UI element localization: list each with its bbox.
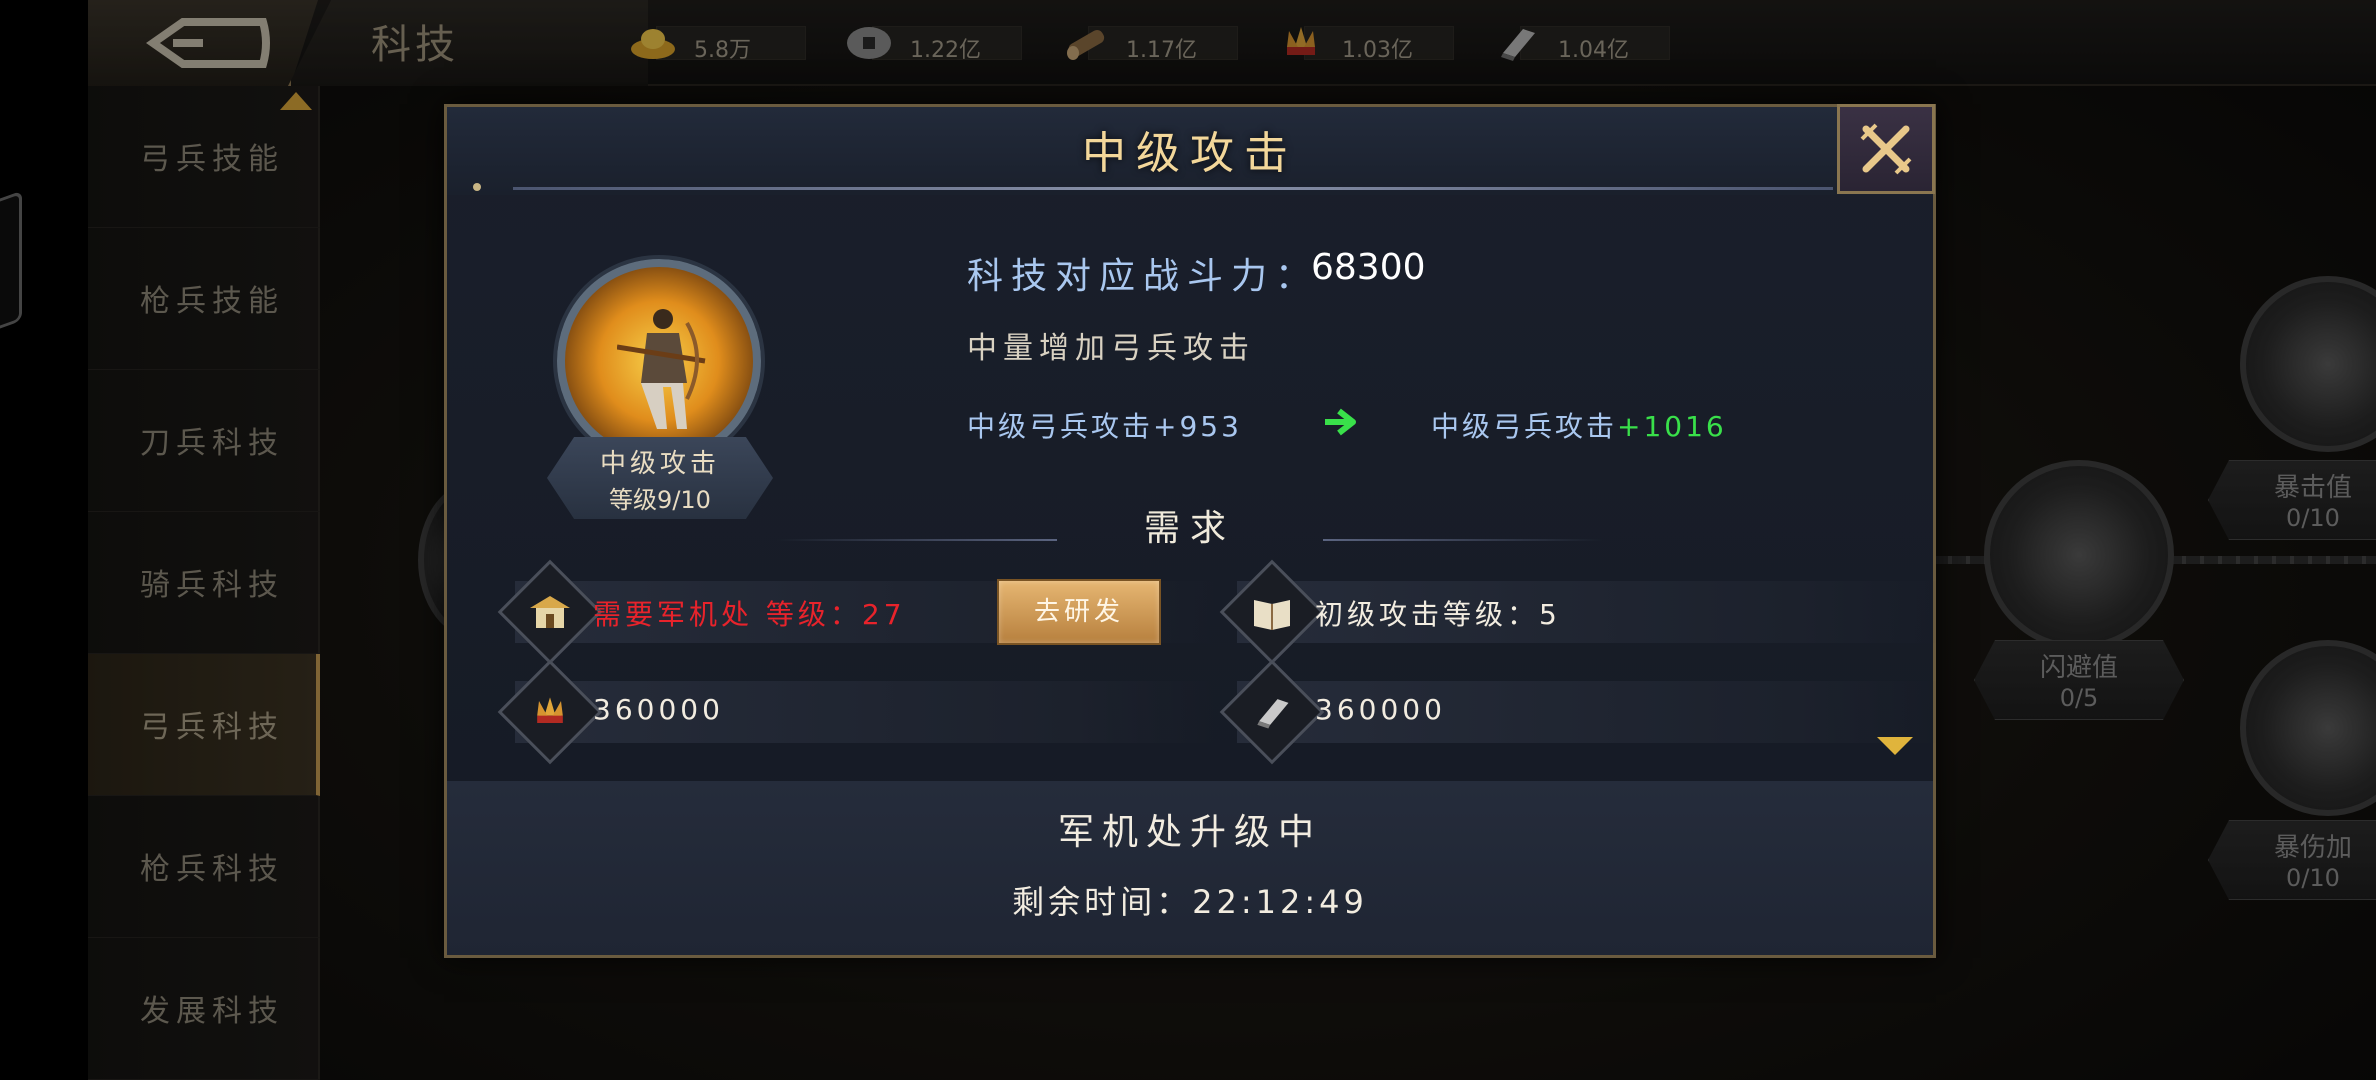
arrow-right-icon: [1325, 408, 1356, 436]
upgrade-status: 军机处升级中: [1057, 812, 1322, 853]
remaining-time: 剩余时间：22:12:49: [1012, 883, 1368, 921]
grain-icon: [537, 697, 563, 723]
research-button[interactable]: 去研发: [997, 579, 1161, 645]
game-screen: 暴击值 0/10 闪避值 0/5 暴伤加 0/10 科技 5.8万 1.22亿 …: [88, 0, 2376, 1080]
grain-cost: 360000: [593, 693, 724, 726]
book-icon-frame: [1219, 559, 1325, 665]
current-stat: 中级弓兵攻击+953: [967, 410, 1242, 443]
iron-cost: 360000: [1315, 693, 1446, 726]
next-stat: 中级弓兵攻击+1016: [1431, 405, 1727, 445]
side-handle[interactable]: [0, 190, 22, 340]
book-icon: [1254, 600, 1290, 630]
requirements-title: 需求: [1143, 508, 1236, 549]
skill-description: 中量增加弓兵攻击: [967, 331, 1255, 366]
prerequisite-text: 初级攻击等级：5: [1315, 598, 1561, 631]
dialog-header: 中级攻击: [447, 107, 1933, 195]
dialog-footer: 军机处升级中 剩余时间：22:12:49: [447, 781, 1933, 955]
close-button[interactable]: [1837, 104, 1935, 194]
next-stat-label: 中级弓兵攻击: [1431, 410, 1618, 443]
left-edge-strip: [0, 0, 88, 1080]
iron-icon-frame: [1219, 659, 1325, 765]
header-ornament: [473, 183, 481, 191]
divider-right: [1323, 539, 1603, 541]
tech-detail-dialog: 中级攻击 中级攻击 等级9/10 科技对应战斗力： 68300 中量增加弓兵攻击…: [444, 104, 1937, 958]
iron-icon: [1257, 699, 1289, 729]
skill-name: 中级攻击: [599, 449, 720, 479]
building-icon: [530, 596, 570, 628]
grain-icon-frame: [497, 659, 603, 765]
skill-avatar: [557, 259, 761, 463]
dialog-title: 中级攻击: [1082, 128, 1298, 179]
close-icon: [1860, 123, 1912, 175]
archer-figure-icon: [617, 309, 706, 429]
next-stat-increase: +1016: [1617, 410, 1727, 443]
building-icon-frame: [497, 559, 603, 665]
power-value: 68300: [1311, 247, 1426, 288]
divider-left: [777, 539, 1057, 541]
building-requirement-text: 需要军机处 等级：27: [593, 598, 906, 631]
header-divider: [513, 187, 1833, 190]
scroll-down-arrow-icon[interactable]: [1877, 737, 1913, 755]
power-label: 科技对应战斗力：: [967, 256, 1320, 297]
